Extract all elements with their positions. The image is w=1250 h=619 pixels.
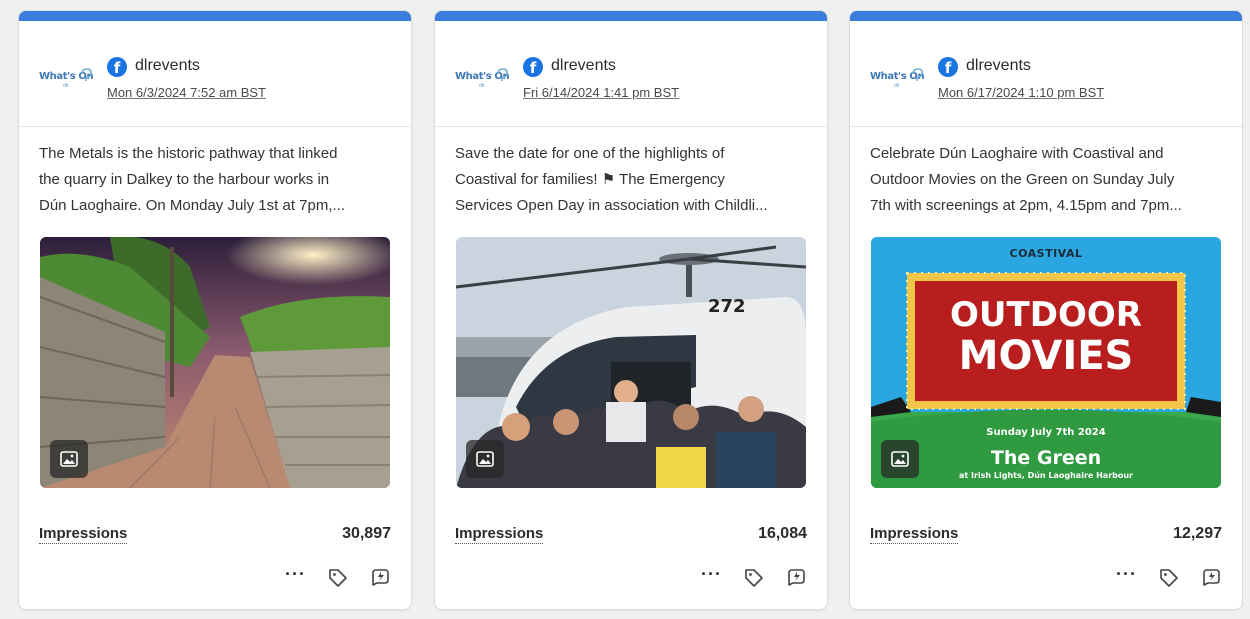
card-accent-bar	[850, 11, 1242, 21]
image-type-badge	[50, 440, 88, 478]
post-text: Celebrate Dún Laoghaire with Coastival a…	[870, 145, 1182, 214]
post-image[interactable]: 272	[456, 237, 806, 488]
impressions-value: 16,084	[758, 525, 807, 542]
boost-icon[interactable]	[785, 567, 807, 589]
card-accent-bar	[19, 11, 411, 21]
whats-on-logo: What's On dlr	[39, 68, 94, 89]
account-name[interactable]: dlrevents	[966, 57, 1031, 75]
image-icon	[891, 451, 909, 467]
post-card[interactable]: What's On dlr f dlrevents Mon 6/17/2024 …	[849, 10, 1243, 610]
card-actions: ···	[281, 565, 391, 591]
image-type-badge	[466, 440, 504, 478]
helicopter-number: 272	[708, 296, 746, 317]
account-name[interactable]: dlrevents	[551, 57, 616, 75]
post-card[interactable]: What's On dlr f dlrevents Mon 6/3/2024 7…	[18, 10, 412, 610]
image-type-badge	[881, 440, 919, 478]
impressions-value: 30,897	[342, 525, 391, 542]
poster-venue: The Green	[990, 447, 1102, 469]
tag-icon[interactable]	[743, 567, 765, 589]
image-icon	[60, 451, 78, 467]
card-header: What's On dlr f dlrevents Mon 6/3/2024 7…	[19, 21, 411, 127]
post-card[interactable]: What's On dlr f dlrevents Fri 6/14/2024 …	[434, 10, 828, 610]
poster-title-line1: OUTDOOR	[950, 295, 1142, 335]
card-actions: ···	[697, 565, 807, 591]
poster-date: Sunday July 7th 2024	[986, 427, 1106, 438]
more-options-button[interactable]: ···	[285, 565, 307, 589]
post-image[interactable]: COASTIVAL OUTDOOR MOVIES Sunday July 7th…	[871, 237, 1221, 488]
tag-icon[interactable]	[1158, 567, 1180, 589]
more-options-button[interactable]: ···	[1116, 565, 1138, 589]
post-date-link[interactable]: Mon 6/17/2024 1:10 pm BST	[938, 85, 1104, 100]
poster-venue-sub: at Irish Lights, Dún Laoghaire Harbour	[958, 471, 1133, 480]
poster-title-line2: MOVIES	[958, 333, 1134, 379]
facebook-icon: f	[107, 57, 127, 77]
poster-brand: COASTIVAL	[1009, 247, 1083, 260]
post-date-link[interactable]: Fri 6/14/2024 1:41 pm BST	[523, 85, 679, 100]
tag-icon[interactable]	[327, 567, 349, 589]
impressions-label[interactable]: Impressions	[39, 525, 128, 544]
image-icon	[476, 451, 494, 467]
post-date-link[interactable]: Mon 6/3/2024 7:52 am BST	[107, 85, 266, 100]
impressions-value: 12,297	[1173, 525, 1222, 542]
account-name[interactable]: dlrevents	[135, 57, 200, 75]
impressions-label[interactable]: Impressions	[870, 525, 959, 544]
boost-icon[interactable]	[1200, 567, 1222, 589]
card-accent-bar	[435, 11, 827, 21]
whats-on-logo: What's On dlr	[870, 68, 925, 89]
facebook-icon: f	[938, 57, 958, 77]
boost-icon[interactable]	[369, 567, 391, 589]
card-header: What's On dlr f dlrevents Fri 6/14/2024 …	[435, 21, 827, 127]
post-board: What's On dlr f dlrevents Mon 6/3/2024 7…	[0, 0, 1250, 619]
impressions-label[interactable]: Impressions	[455, 525, 544, 544]
whats-on-logo: What's On dlr	[455, 68, 510, 89]
card-actions: ···	[1112, 565, 1222, 591]
more-options-button[interactable]: ···	[701, 565, 723, 589]
post-text: The Metals is the historic pathway that …	[39, 145, 345, 214]
facebook-icon: f	[523, 57, 543, 77]
card-header: What's On dlr f dlrevents Mon 6/17/2024 …	[850, 21, 1242, 127]
post-text: Save the date for one of the highlights …	[455, 145, 768, 214]
post-image[interactable]	[40, 237, 390, 488]
